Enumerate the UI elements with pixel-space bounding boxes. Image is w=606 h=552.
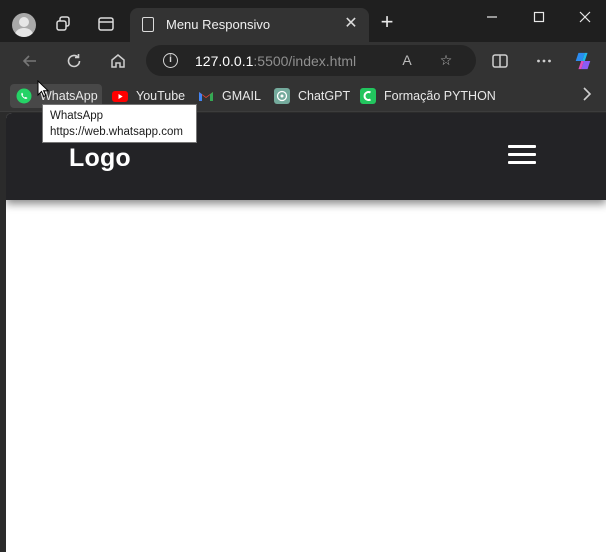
bookmark-label: YouTube <box>136 89 186 103</box>
maximize-icon[interactable] <box>527 8 551 28</box>
youtube-icon <box>112 88 128 104</box>
close-tab-icon[interactable]: ✕ <box>341 14 361 34</box>
address-bar[interactable]: i 127.0.0.1:5500/index.html A ☆ <box>146 45 476 76</box>
close-window-icon[interactable] <box>573 8 597 28</box>
site-logo[interactable]: Logo <box>69 144 131 173</box>
copilot-icon[interactable] <box>573 51 593 71</box>
new-tab-button[interactable]: + <box>376 11 398 34</box>
bookmark-label: Formação PYTHON <box>384 89 496 103</box>
bookmark-tooltip: WhatsApp https://web.whatsapp.com <box>42 104 197 143</box>
tab-menu-responsivo[interactable]: Menu Responsivo ✕ <box>130 8 369 42</box>
workspaces-icon[interactable] <box>54 14 74 34</box>
bookmark-gmail[interactable]: GMAIL <box>198 84 261 108</box>
browser-title-bar: Menu Responsivo ✕ + <box>0 0 606 42</box>
profile-avatar[interactable] <box>12 13 36 37</box>
python-course-icon <box>360 88 376 104</box>
bookmark-label: ChatGPT <box>298 89 351 103</box>
read-aloud-icon[interactable]: A <box>398 51 416 69</box>
bookmark-label: GMAIL <box>222 89 261 103</box>
bookmark-chatgpt[interactable]: ChatGPT <box>274 84 350 108</box>
chatgpt-icon <box>274 88 290 104</box>
hamburger-menu-icon[interactable] <box>508 145 536 165</box>
favorite-star-icon[interactable]: ☆ <box>437 51 455 69</box>
bookmark-formacao-python[interactable]: Formação PYTHON <box>360 84 496 108</box>
more-options-icon[interactable] <box>534 51 554 71</box>
minimize-icon[interactable] <box>480 8 504 28</box>
back-icon[interactable] <box>20 51 40 71</box>
tab-title: Menu Responsivo <box>166 17 271 32</box>
site-info-icon[interactable]: i <box>163 53 178 68</box>
chevron-right-icon[interactable] <box>582 86 592 107</box>
tab-actions-icon[interactable] <box>96 14 116 34</box>
url-text: 127.0.0.1:5500/index.html <box>195 53 357 69</box>
tooltip-title: WhatsApp <box>50 110 104 122</box>
split-screen-icon[interactable] <box>490 51 510 71</box>
whatsapp-icon <box>16 88 32 104</box>
home-icon[interactable] <box>108 51 128 71</box>
mouse-cursor-icon <box>37 80 49 98</box>
page-viewport: Logo <box>6 113 606 552</box>
gmail-icon <box>198 88 214 104</box>
refresh-icon[interactable] <box>64 51 84 71</box>
browser-toolbar: i 127.0.0.1:5500/index.html A ☆ <box>0 42 606 80</box>
page-icon <box>142 17 154 32</box>
tooltip-url: https://web.whatsapp.com <box>50 125 183 138</box>
